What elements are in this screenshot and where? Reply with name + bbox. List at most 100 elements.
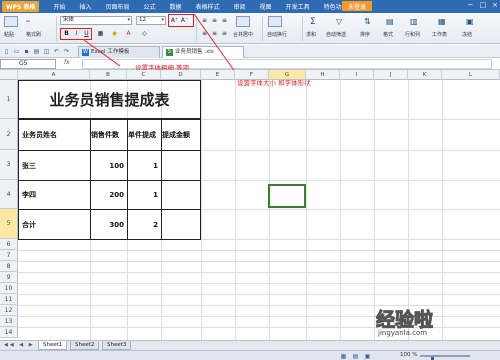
table-cell[interactable]: 300 [90,209,128,240]
login-button[interactable]: 未登录 [342,1,373,11]
header-cell[interactable]: 单件提成 [127,119,162,151]
row-header-14[interactable]: 14 [0,327,18,338]
column-header-a[interactable]: A [18,70,90,80]
table-cell[interactable] [161,180,201,210]
align-right-icon[interactable]: ≡ [220,29,229,38]
zoom-slider[interactable] [420,355,470,360]
table-cell[interactable] [161,150,201,181]
sum-button[interactable]: 求和 [306,31,316,38]
table-cell[interactable]: 李四 [18,180,91,210]
selected-cell-g5[interactable] [268,184,306,208]
border-icon[interactable]: ▦ [96,29,105,38]
column-header-l[interactable]: L [442,70,500,80]
table-cell[interactable]: 1 [127,150,162,181]
freeze-button[interactable]: 冻结 [462,31,472,38]
paste-button[interactable]: 粘贴 [4,31,14,38]
table-cell[interactable]: 合计 [18,209,91,240]
redo-icon[interactable]: ↷ [63,48,70,55]
column-header-d[interactable]: D [161,70,201,80]
save-icon[interactable]: ▪ [23,48,30,55]
table-cell[interactable]: 2 [127,209,162,240]
clear-icon[interactable]: ◇ [140,29,149,38]
column-header-g[interactable]: G [269,70,306,80]
menu-item-formula[interactable]: 公式 [143,2,155,11]
page-break-view-icon[interactable]: ▤ [352,353,359,360]
menu-item-view[interactable]: 视图 [260,2,272,11]
new-file-icon[interactable]: ▯ [3,48,10,55]
paste-icon[interactable] [4,16,18,27]
row-header-5[interactable]: 5 [0,209,18,239]
header-cell[interactable]: 业务员姓名 [18,119,91,151]
close-icon[interactable]: × [492,1,498,9]
column-header-c[interactable]: C [127,70,161,80]
select-all-corner[interactable] [0,70,18,80]
column-header-j[interactable]: J [374,70,408,80]
row-header-12[interactable]: 12 [0,305,18,316]
format-icon[interactable]: ▤ [386,17,394,26]
menu-item-insert[interactable]: 插入 [79,2,91,11]
align-bottom-icon[interactable]: ≡ [220,16,229,25]
row-header-1[interactable]: 1 [0,80,18,119]
row-header-2[interactable]: 2 [0,119,18,150]
column-header-k[interactable]: K [408,70,442,80]
column-header-h[interactable]: H [306,70,340,80]
sort-button[interactable]: 排序 [360,31,370,38]
align-left-icon[interactable]: ≡ [200,29,209,38]
align-top-icon[interactable]: ≡ [200,16,209,25]
table-cell[interactable]: 100 [90,150,128,181]
menu-item-page-layout[interactable]: 页面布局 [105,2,129,11]
align-center-icon[interactable]: ≡ [210,29,219,38]
freeze-icon[interactable]: ▣ [466,17,474,26]
bold-button[interactable]: B [62,29,71,38]
worksheet-icon[interactable]: ▦ [438,17,446,26]
minimize-icon[interactable]: − [468,1,474,9]
row-header-4[interactable]: 4 [0,180,18,209]
filter-icon[interactable]: ▽ [336,17,342,26]
row-header-13[interactable]: 13 [0,316,18,327]
table-cell[interactable]: 张三 [18,150,91,181]
row-header-11[interactable]: 11 [0,294,18,305]
worksheet-button[interactable]: 工作表 [432,31,447,38]
row-header-9[interactable]: 9 [0,272,18,283]
column-header-f[interactable]: F [235,70,269,80]
format-painter-button[interactable]: 格式刷 [26,31,41,38]
page-layout-view-icon[interactable]: ▣ [364,353,371,360]
column-header-b[interactable]: B [90,70,127,80]
format-button[interactable]: 格式 [383,31,393,38]
column-header-i[interactable]: I [340,70,374,80]
fill-color-icon[interactable]: ◆ [110,29,119,38]
auto-filter-button[interactable]: 自动筛选 [326,31,346,38]
doc-tab-sales[interactable]: S 业务员销售 .xls [162,46,244,58]
sum-icon[interactable]: Σ [310,17,316,27]
wrap-text-icon[interactable] [268,16,282,27]
print-icon[interactable]: ▤ [33,48,40,55]
sheet-tab-3[interactable]: Sheet3 [102,341,132,350]
open-icon[interactable]: ▭ [13,48,20,55]
italic-button[interactable]: I [72,29,81,38]
merge-center-button[interactable]: 合并居中 [233,31,253,38]
font-name-select[interactable]: 宋体 ▾ [60,16,132,25]
sheet-tab-2[interactable]: Sheet2 [70,341,100,350]
name-box[interactable]: G5 [0,59,56,69]
menu-item-developer[interactable]: 开发工具 [286,2,310,11]
wrap-text-button[interactable]: 自动换行 [267,31,287,38]
row-header-6[interactable]: 6 [0,239,18,250]
font-size-select[interactable]: 12 ▾ [136,16,166,25]
table-cell[interactable]: 1 [127,180,162,210]
menu-item-review[interactable]: 审阅 [234,2,246,11]
rows-cols-icon[interactable]: ▥ [410,17,418,26]
merge-center-icon[interactable] [236,16,250,27]
undo-icon[interactable]: ↶ [53,48,60,55]
row-header-10[interactable]: 10 [0,283,18,294]
table-cell[interactable]: 200 [90,180,128,210]
table-cell[interactable] [161,209,201,240]
sheet-title[interactable]: 业务员销售提成表 [18,80,201,119]
spreadsheet-grid[interactable]: A B C D E F G H I J K L 1 2 3 4 5 6 7 8 … [0,70,500,340]
font-color-icon[interactable]: A [124,29,133,38]
rows-cols-button[interactable]: 行和列 [405,31,420,38]
doc-tab-template[interactable]: W Excel 工作模板 [78,46,160,58]
menu-item-table-style[interactable]: 表格样式 [196,2,220,11]
maximize-icon[interactable]: □ [480,1,487,9]
header-cell[interactable]: 销售件数 [90,119,128,151]
menu-item-data[interactable]: 数据 [170,2,182,11]
